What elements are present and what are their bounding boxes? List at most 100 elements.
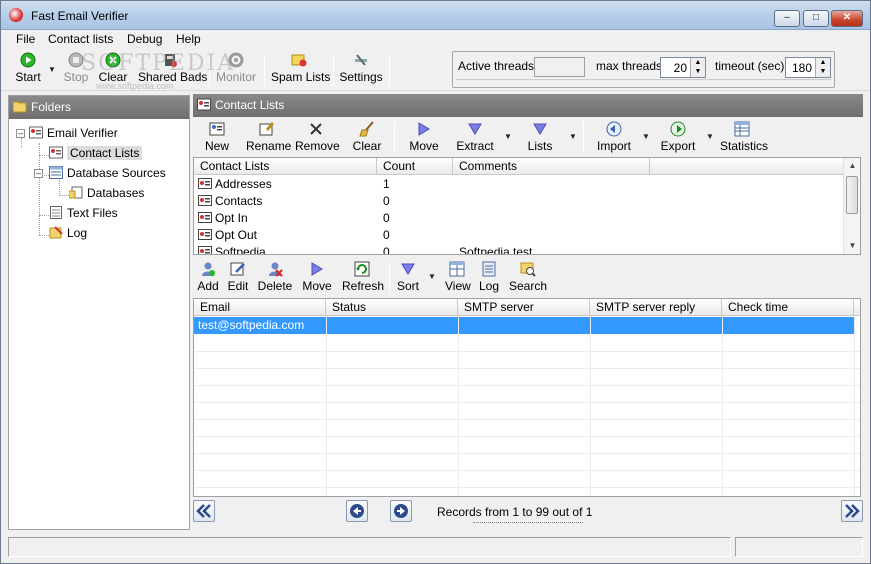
export-dropdown-icon[interactable]: ▼ [706, 132, 714, 141]
add-email-button[interactable]: Add [197, 261, 219, 297]
rename-icon [259, 122, 275, 136]
app-window: Fast Email Verifier – □ ✕ File Contact l… [0, 0, 871, 564]
column-header-comments[interactable]: Comments [453, 158, 650, 175]
spam-lists-button[interactable]: Spam Lists [271, 52, 330, 88]
import-button[interactable]: Import [596, 121, 632, 157]
softpedia-watermark: SOFTPEDIA [81, 51, 236, 76]
sort-button[interactable]: Sort [396, 261, 420, 297]
sort-dropdown-icon[interactable]: ▼ [428, 272, 436, 281]
spinner-arrows[interactable]: ▲ ▼ [815, 58, 830, 77]
list-name: Contacts [215, 194, 263, 208]
start-dropdown-icon[interactable]: ▼ [48, 65, 56, 74]
view-button[interactable]: View [445, 261, 471, 297]
softpedia-watermark-url: www.softpedia.com [96, 81, 174, 91]
contact-list-icon [197, 98, 211, 111]
move-list-button[interactable]: Move [408, 121, 440, 157]
list-row[interactable]: Addresses 1 [194, 176, 860, 193]
export-button[interactable]: Export [660, 121, 696, 157]
list-row[interactable]: Contacts 0 [194, 193, 860, 210]
list-row[interactable]: Softpedia 0 Softpedia test [194, 244, 860, 255]
email-smtp-reply [590, 317, 722, 334]
arrow-left-icon [350, 504, 364, 518]
arrow-right-icon [394, 504, 408, 518]
remove-icon [310, 123, 322, 135]
contact-list-icon [29, 126, 43, 139]
extract-button[interactable]: Extract [455, 121, 495, 157]
toolbar-separator [583, 121, 584, 153]
lists-button[interactable]: Lists [526, 121, 554, 157]
resize-grip[interactable] [473, 522, 583, 523]
timeout-spinner[interactable]: 180 ▲ ▼ [785, 57, 831, 78]
next-page-button[interactable] [390, 500, 412, 522]
settings-button[interactable]: Settings [339, 52, 383, 88]
scrollbar-thumb[interactable] [846, 176, 858, 214]
remove-list-button[interactable]: Remove [295, 121, 340, 157]
expand-toggle-database-sources[interactable]: – [34, 169, 43, 178]
tree-node-database-sources[interactable]: Database Sources [49, 166, 166, 180]
double-left-icon [196, 504, 211, 518]
list-row[interactable]: Opt In 0 [194, 210, 860, 227]
column-header-email[interactable]: Email [194, 299, 326, 316]
log-button[interactable]: Log [479, 261, 499, 297]
last-page-button[interactable] [841, 500, 863, 522]
column-header-contact-lists[interactable]: Contact Lists [194, 158, 377, 175]
menu-debug[interactable]: Debug [127, 32, 162, 46]
menu-contact-lists[interactable]: Contact lists [48, 32, 113, 46]
list-row[interactable]: Opt Out 0 [194, 227, 860, 244]
previous-page-button[interactable] [346, 500, 368, 522]
first-page-button[interactable] [193, 500, 215, 522]
database-sources-icon [49, 166, 63, 179]
list-name: Addresses [215, 177, 272, 191]
clear-list-button[interactable]: Clear [351, 121, 383, 157]
arrow-down-icon [468, 123, 482, 135]
log-icon [49, 226, 63, 239]
maximize-button[interactable]: □ [803, 10, 829, 27]
close-button[interactable]: ✕ [831, 10, 863, 27]
timeout-label: timeout (sec) [715, 59, 785, 73]
list-count: 1 [383, 177, 390, 191]
start-button[interactable]: Start [11, 52, 45, 88]
list-name: Opt Out [215, 228, 258, 242]
tree-node-contact-lists[interactable]: Contact Lists [49, 146, 143, 160]
email-row[interactable]: test@softpedia.com [194, 317, 854, 334]
contact-list-icon [198, 212, 212, 223]
list-count: 0 [383, 245, 390, 255]
menu-file[interactable]: File [16, 32, 35, 46]
statistics-button[interactable]: Statistics [720, 121, 768, 157]
max-threads-spinner[interactable]: 20 ▲ ▼ [660, 57, 706, 78]
spinner-arrows[interactable]: ▲ ▼ [690, 58, 705, 77]
list-comment: Softpedia test [459, 245, 533, 255]
contact-lists-header: Contact Lists [193, 94, 863, 117]
expand-toggle-email-verifier[interactable]: – [16, 129, 25, 138]
scroll-up-arrow[interactable]: ▲ [844, 158, 860, 174]
contact-lists-scrollbar[interactable]: ▲ ▼ [843, 158, 860, 254]
minimize-button[interactable]: – [774, 10, 800, 27]
tree-node-log[interactable]: Log [49, 226, 87, 240]
tree-node-text-files[interactable]: Text Files [49, 206, 118, 220]
move-email-button[interactable]: Move [302, 261, 332, 297]
arrow-right-icon [418, 122, 430, 136]
column-header-status[interactable]: Status [326, 299, 458, 316]
arrow-down-icon [533, 123, 547, 135]
refresh-button[interactable]: Refresh [342, 261, 384, 297]
tree-node-email-verifier[interactable]: Email Verifier [29, 126, 118, 140]
rename-list-button[interactable]: Rename [246, 121, 291, 157]
extract-dropdown-icon[interactable]: ▼ [504, 132, 512, 141]
scroll-down-arrow[interactable]: ▼ [844, 238, 860, 254]
search-button[interactable]: Search [509, 261, 547, 297]
column-header-smtp-server[interactable]: SMTP server [458, 299, 590, 316]
active-threads-indicator [534, 57, 585, 77]
new-list-button[interactable]: New [203, 121, 231, 157]
column-header-count[interactable]: Count [377, 158, 453, 175]
import-dropdown-icon[interactable]: ▼ [642, 132, 650, 141]
threads-settings-group: Active threads max threads 20 ▲ ▼ timeout… [452, 51, 835, 88]
edit-email-button[interactable]: Edit [227, 261, 249, 297]
delete-email-button[interactable]: Delete [257, 261, 293, 297]
new-list-icon [209, 122, 225, 136]
column-header-smtp-reply[interactable]: SMTP server reply [590, 299, 722, 316]
column-header-check-time[interactable]: Check time [722, 299, 854, 316]
threads-progress-bar [456, 79, 831, 84]
menu-help[interactable]: Help [176, 32, 201, 46]
lists-dropdown-icon[interactable]: ▼ [569, 132, 577, 141]
tree-node-databases[interactable]: Databases [69, 186, 144, 200]
